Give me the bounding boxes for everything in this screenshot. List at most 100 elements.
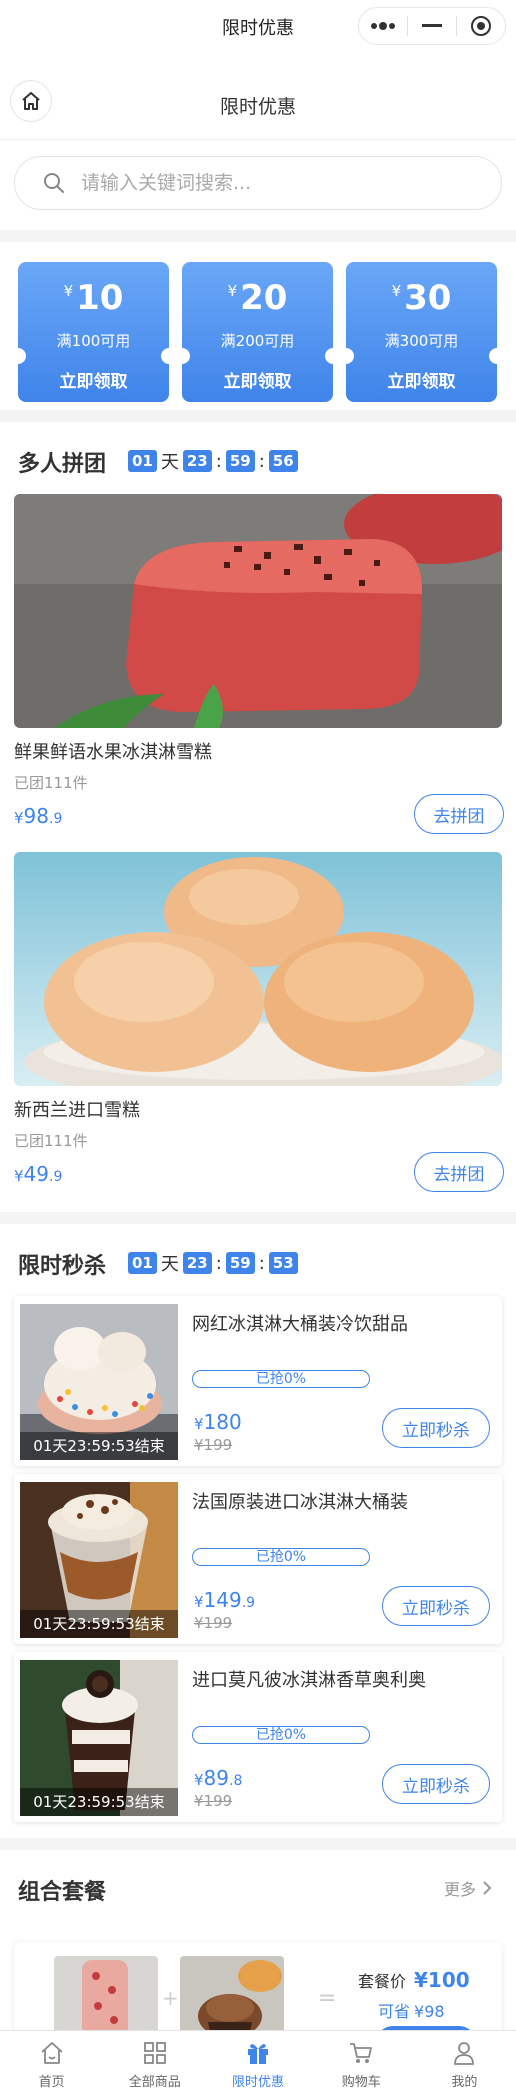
flash-sale-header: 限时秒杀 01 天 23 : 59 : 53: [0, 1224, 516, 1296]
sale-end-time: 01天23:59:53结束: [20, 1432, 178, 1460]
coupon-value: 20: [240, 278, 288, 318]
tab-profile[interactable]: 我的: [413, 2031, 516, 2098]
bottom-tab-bar: 首页 全部商品 限时优惠 购物车 我的: [0, 2030, 516, 2098]
product-name[interactable]: 网红冰淇淋大桶装冷饮甜品: [192, 1310, 492, 1336]
buy-now-button[interactable]: 立即秒杀: [382, 1764, 490, 1804]
saving-value: ¥98: [414, 2002, 445, 2021]
minus-icon: [422, 24, 442, 27]
target-circle-icon: [471, 16, 491, 36]
product-image[interactable]: 01天23:59:53结束: [20, 1660, 178, 1816]
coupon-card[interactable]: ¥10 满100可用 立即领取: [18, 262, 169, 402]
join-group-button[interactable]: 去拼团: [414, 1152, 504, 1192]
search-section: [0, 140, 516, 230]
combo-header: 组合套餐 更多: [0, 1850, 516, 1922]
tab-label: 我的: [451, 2075, 478, 2090]
product-name[interactable]: 新西兰进口雪糕: [14, 1096, 140, 1122]
sale-price: ¥149.9: [194, 1590, 255, 1613]
timer-colon: :: [215, 450, 222, 472]
timer-hours: 23: [182, 1252, 212, 1274]
chevron-right-icon: [483, 1881, 492, 1895]
product-image[interactable]: [14, 852, 502, 1086]
coupon-card[interactable]: ¥30 满300可用 立即领取: [346, 262, 497, 402]
timer-seconds: 53: [268, 1252, 298, 1274]
timer-day-unit: 天: [160, 452, 179, 473]
product-name[interactable]: 法国原装进口冰淇淋大桶装: [192, 1488, 492, 1514]
price-currency: ¥: [14, 809, 24, 827]
claim-coupon-button[interactable]: 立即领取: [182, 367, 333, 392]
coupon-currency: ¥: [63, 282, 74, 300]
package-price: 套餐价 ¥100: [358, 1968, 470, 1992]
price-currency: ¥: [194, 1415, 204, 1433]
minimize-button[interactable]: [408, 8, 456, 44]
price-decimal: .8: [229, 1773, 243, 1789]
tab-label: 全部商品: [128, 2075, 181, 2090]
close-button[interactable]: [457, 8, 505, 44]
timer-colon: :: [258, 450, 265, 472]
tab-limited-offers[interactable]: 限时优惠: [206, 2031, 309, 2098]
coupon-value: 30: [404, 278, 452, 318]
join-group-button[interactable]: 去拼团: [414, 794, 504, 834]
product-name[interactable]: 鲜果鲜语水果冰淇淋雪糕: [14, 738, 212, 764]
sale-end-time: 01天23:59:53结束: [20, 1610, 178, 1638]
price-decimal: .9: [49, 811, 63, 827]
product-image[interactable]: 01天23:59:53结束: [20, 1304, 178, 1460]
search-icon: [44, 173, 64, 193]
tab-label: 首页: [38, 2075, 65, 2090]
price-currency: ¥: [194, 1593, 204, 1611]
price-integer: 98: [23, 804, 49, 828]
tab-label: 购物车: [341, 2075, 381, 2090]
saving-amount: 可省 ¥98: [378, 1998, 445, 2022]
cart-icon: [350, 2043, 373, 2063]
buy-now-button[interactable]: 立即秒杀: [382, 1408, 490, 1448]
page-header: 限时优惠: [0, 52, 516, 140]
coupon-notch: [489, 348, 497, 364]
timer-minutes: 59: [225, 1252, 255, 1274]
more-link[interactable]: 更多: [444, 1876, 494, 1900]
sold-progress-bar: 已抢0%: [192, 1370, 370, 1388]
coupon-condition: 满300可用: [384, 332, 459, 350]
more-dots-icon: [371, 22, 395, 30]
claim-coupon-button[interactable]: 立即领取: [18, 367, 169, 392]
group-item[interactable]: 新西兰进口雪糕 已团111件 ¥49.9 去拼团: [0, 852, 516, 1210]
buy-now-button[interactable]: 立即秒杀: [382, 1586, 490, 1626]
more-button[interactable]: [359, 8, 407, 44]
coupon-condition: 满200可用: [220, 332, 295, 350]
group-item[interactable]: 鲜果鲜语水果冰淇淋雪糕 已团111件 ¥98.9 去拼团: [0, 494, 516, 852]
coupon-currency: ¥: [391, 282, 402, 300]
coupon-value: 10: [76, 278, 124, 318]
timer-days: 01: [128, 1252, 157, 1274]
coupon-card[interactable]: ¥20 满200可用 立即领取: [182, 262, 333, 402]
search-input[interactable]: [81, 172, 441, 194]
product-image[interactable]: [14, 494, 502, 728]
product-name[interactable]: 进口莫凡彼冰淇淋香草奥利奥: [192, 1666, 492, 1692]
section-title: 组合套餐: [18, 1880, 107, 1905]
sale-end-time: 01天23:59:53结束: [20, 1788, 178, 1816]
page-title: 限时优惠: [219, 96, 296, 118]
tab-home[interactable]: 首页: [0, 2031, 103, 2098]
price-integer: 180: [203, 1410, 242, 1434]
price-integer: 149: [203, 1588, 242, 1612]
mini-program-titlebar: 限时优惠: [0, 0, 516, 52]
price-currency: ¥: [14, 1167, 24, 1185]
coupon-amount: ¥20: [182, 278, 333, 318]
tab-label: 限时优惠: [232, 2075, 285, 2090]
equals-sign: =: [318, 1986, 337, 2011]
package-price-value: ¥100: [414, 1968, 470, 1992]
original-price: ¥199: [194, 1436, 233, 1454]
group-buy-section: 多人拼团 01 天 23 : 59 : 56 鲜果鲜语水果冰淇淋雪糕 已团111…: [0, 422, 516, 1212]
popsicle-image: [14, 494, 502, 728]
timer-days: 01: [128, 450, 157, 472]
product-image[interactable]: 01天23:59:53结束: [20, 1482, 178, 1638]
price-decimal: .9: [49, 1169, 63, 1185]
price-integer: 89: [203, 1766, 229, 1790]
claim-coupon-button[interactable]: 立即领取: [346, 367, 497, 392]
timer-seconds: 56: [268, 450, 298, 472]
flash-sale-item[interactable]: 01天23:59:53结束 网红冰淇淋大桶装冷饮甜品 已抢0% ¥180 ¥19…: [14, 1296, 502, 1466]
flash-sale-item[interactable]: 01天23:59:53结束 法国原装进口冰淇淋大桶装 已抢0% ¥149.9 ¥…: [14, 1474, 502, 1644]
search-bar[interactable]: [14, 156, 502, 210]
tab-cart[interactable]: 购物车: [310, 2031, 413, 2098]
grid-icon: [143, 2042, 166, 2064]
coupon-amount: ¥10: [18, 278, 169, 318]
flash-sale-item[interactable]: 01天23:59:53结束 进口莫凡彼冰淇淋香草奥利奥 已抢0% ¥89.8 ¥…: [14, 1652, 502, 1822]
tab-all-products[interactable]: 全部商品: [103, 2031, 206, 2098]
